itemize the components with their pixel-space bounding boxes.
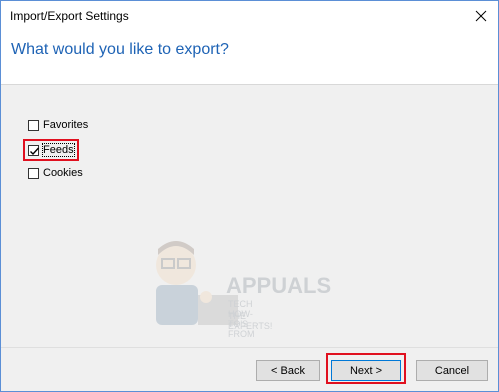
option-cookies[interactable]: Cookies xyxy=(28,167,83,179)
feeds-label: Feeds xyxy=(42,143,75,157)
close-button[interactable] xyxy=(464,1,498,31)
feeds-checkbox[interactable] xyxy=(28,144,40,156)
favorites-label: Favorites xyxy=(43,119,89,131)
back-button-label: < Back xyxy=(271,364,305,377)
cancel-button-label: Cancel xyxy=(434,364,470,377)
import-export-dialog: Import/Export Settings What would you li… xyxy=(0,0,499,392)
window-title: Import/Export Settings xyxy=(10,9,129,23)
option-feeds[interactable]: Feeds xyxy=(28,143,75,157)
button-bar: < Back Next > Cancel xyxy=(1,348,498,391)
cookies-checkbox[interactable] xyxy=(28,167,39,179)
checkmark-icon xyxy=(30,147,40,155)
cancel-button[interactable]: Cancel xyxy=(416,360,488,381)
cookies-label: Cookies xyxy=(43,167,83,179)
next-button-label: Next > xyxy=(349,364,383,377)
options-panel: APPUALS TECH HOW-TO'S FROM THE EXPERTS! … xyxy=(1,85,498,347)
watermark-tagline-2: THE EXPERTS! xyxy=(228,311,273,331)
back-button[interactable]: < Back xyxy=(256,360,320,381)
page-heading: What would you like to export? xyxy=(11,41,229,58)
close-icon xyxy=(475,10,487,22)
appuals-watermark: APPUALS TECH HOW-TO'S FROM THE EXPERTS! xyxy=(146,237,331,339)
watermark-brand: APPUALS xyxy=(226,273,332,298)
title-bar: Import/Export Settings xyxy=(1,1,498,31)
option-favorites[interactable]: Favorites xyxy=(28,119,88,131)
next-button[interactable]: Next > xyxy=(331,360,401,381)
favorites-checkbox[interactable] xyxy=(28,119,39,131)
